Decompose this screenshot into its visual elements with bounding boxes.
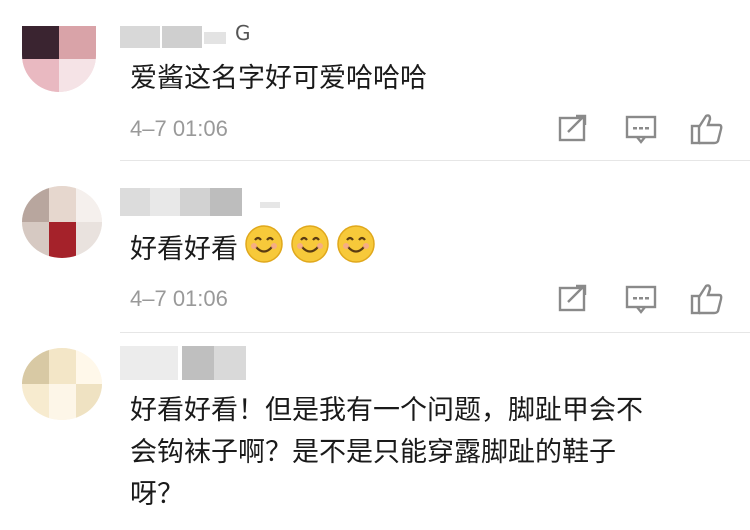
username[interactable] [120, 344, 260, 380]
share-icon[interactable] [554, 110, 592, 148]
comment-text-content: 好看好看 [130, 234, 238, 265]
share-icon[interactable] [554, 280, 592, 318]
comment-text: 好看好看！但是我有一个问题，脚趾甲会不 会钩袜子啊？是不是只能穿露脚趾的鞋子 呀… [130, 390, 730, 516]
timestamp: 4–7 01:06 [130, 116, 228, 141]
avatar[interactable] [22, 26, 96, 92]
comment-item: 好看好看 4–7 01:06 [0, 162, 750, 332]
avatar[interactable] [22, 186, 102, 258]
comment-text: 爱酱这名字好可爱哈哈哈 [130, 63, 427, 94]
divider [120, 332, 750, 333]
username[interactable]: G [120, 18, 280, 54]
comment-actions [548, 110, 738, 150]
comment-text-line: 会钩袜子啊？是不是只能穿露脚趾的鞋子 [130, 437, 616, 468]
comment-icon[interactable] [622, 110, 660, 148]
comment-actions [548, 280, 738, 320]
smiling-face-icon [336, 224, 376, 277]
comment-item: G 爱酱这名字好可爱哈哈哈 4–7 01:06 [0, 0, 750, 160]
comment-item: 好看好看！但是我有一个问题，脚趾甲会不 会钩袜子啊？是不是只能穿露脚趾的鞋子 呀… [0, 334, 750, 530]
divider [120, 160, 750, 161]
comment-text-line: 呀？ [130, 479, 184, 510]
avatar[interactable] [22, 348, 102, 420]
like-icon[interactable] [688, 280, 726, 318]
smiling-face-icon [290, 224, 330, 277]
username[interactable] [120, 184, 310, 220]
timestamp: 4–7 01:06 [130, 286, 228, 311]
comment-text: 好看好看 [130, 224, 376, 270]
comment-text-line: 好看好看！但是我有一个问题，脚趾甲会不 [130, 395, 643, 426]
like-icon[interactable] [688, 110, 726, 148]
smiling-face-icon [244, 224, 284, 277]
comment-icon[interactable] [622, 280, 660, 318]
username-suffix: G [235, 21, 251, 45]
